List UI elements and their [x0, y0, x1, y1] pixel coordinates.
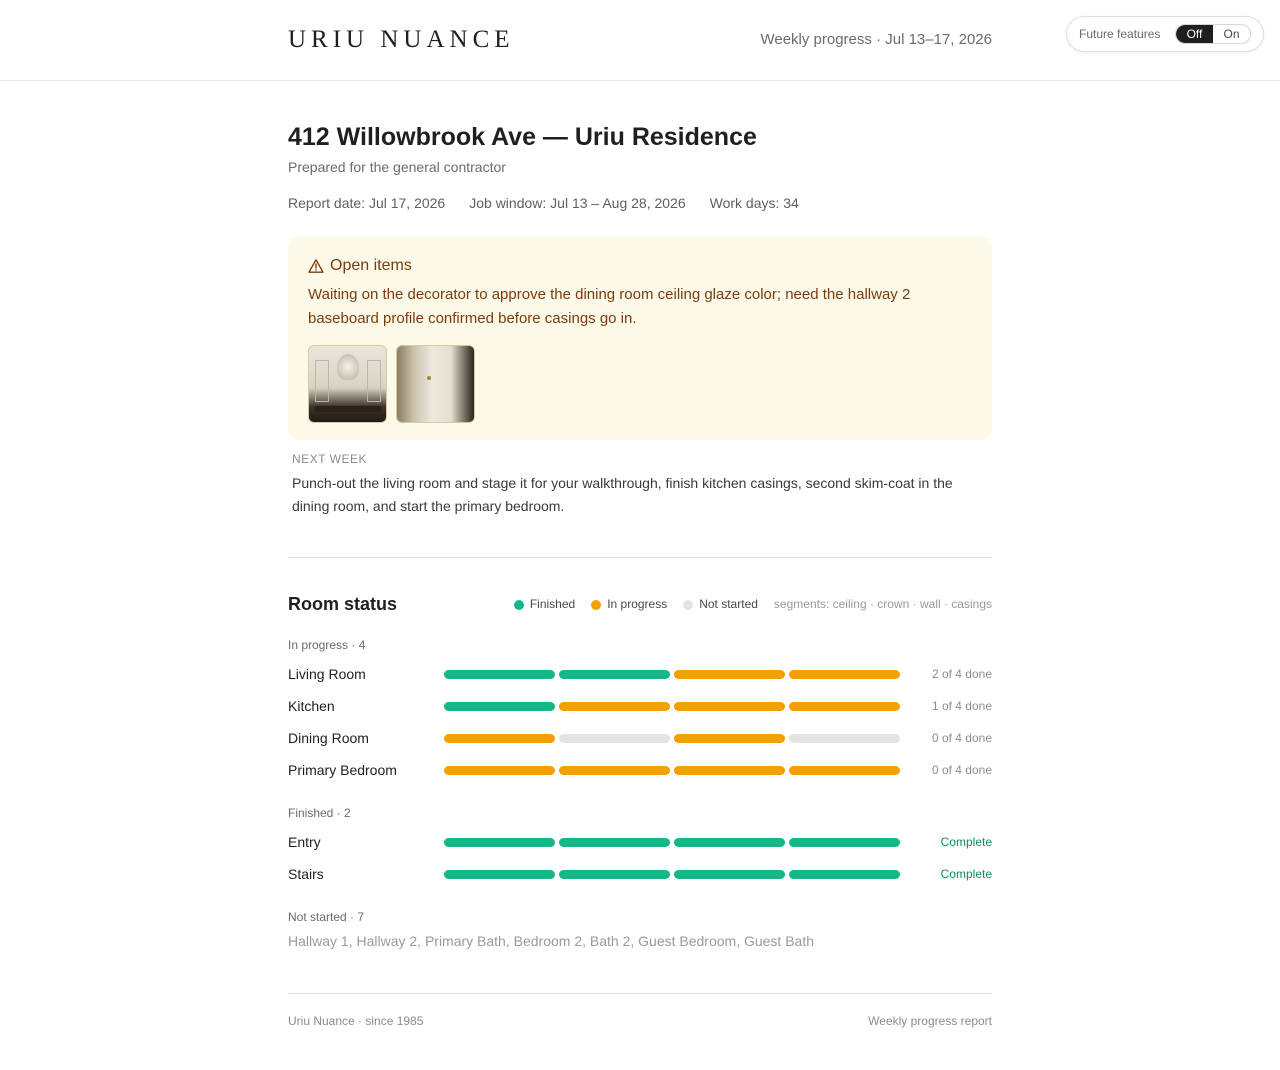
- future-features-label: Future features: [1079, 27, 1161, 41]
- room-status-text: Complete: [940, 867, 992, 881]
- segment-bar: [444, 670, 900, 679]
- report-date: Report date: Jul 17, 2026: [288, 195, 446, 211]
- segment-in-progress: [444, 734, 555, 743]
- job-window: Job window: Jul 13 – Aug 28, 2026: [469, 195, 686, 211]
- footer-brand: Uriu Nuance · since 1985: [288, 1014, 424, 1028]
- legend-in-progress-label: In progress: [607, 597, 668, 611]
- door-knob: [427, 376, 431, 380]
- not-started-room-list: Hallway 1, Hallway 2, Primary Bath, Bedr…: [288, 933, 815, 949]
- not-started-dot-icon: [683, 599, 694, 610]
- room-row[interactable]: Living Room 2 of 4 done: [288, 664, 992, 684]
- room-row[interactable]: Primary Bedroom 0 of 4 done: [288, 760, 992, 780]
- warning-icon: [308, 259, 324, 273]
- chandelier: [337, 354, 359, 380]
- brand-logo: URIU NUANCE: [288, 26, 515, 53]
- dining-table: [315, 406, 381, 412]
- legend-finished: Finished: [513, 597, 576, 612]
- legend-in-progress: In progress: [591, 597, 667, 612]
- room-row[interactable]: Stairs Complete: [288, 864, 992, 884]
- segments-legend: segments: ceiling · crown · wall · casin…: [773, 597, 992, 611]
- segment-in-progress: [789, 702, 900, 711]
- room-name: Living Room: [288, 666, 366, 682]
- segment-finished: [789, 870, 900, 879]
- section-divider: [288, 557, 992, 558]
- future-features-on-option[interactable]: On: [1213, 25, 1250, 43]
- room-status-text: 1 of 4 done: [931, 699, 992, 713]
- segment-bar: [444, 870, 900, 879]
- open-items-panel: Open items Waiting on the decorator to a…: [288, 237, 992, 440]
- room-status-title: Room status: [288, 594, 398, 614]
- segment-finished: [559, 838, 670, 847]
- segment-in-progress: [444, 766, 555, 775]
- segment-finished: [444, 670, 555, 679]
- segment-in-progress: [789, 766, 900, 775]
- room-status-text: 0 of 4 done: [931, 731, 992, 745]
- dining-room-photo-thumbnail[interactable]: [308, 345, 387, 423]
- room-row[interactable]: Kitchen 1 of 4 done: [288, 696, 992, 716]
- future-features-switch[interactable]: Off On: [1175, 24, 1251, 44]
- segment-bar: [444, 702, 900, 711]
- page-title: 412 Willowbrook Ave — Uriu Residence: [288, 123, 757, 151]
- in-progress-dot-icon: [591, 599, 602, 610]
- open-items-header: Open items: [308, 256, 412, 276]
- segment-finished: [444, 702, 555, 711]
- legend-not-started: Not started: [683, 597, 758, 612]
- segment-in-progress: [789, 670, 900, 679]
- room-status-text: Complete: [940, 835, 992, 849]
- segment-in-progress: [674, 734, 785, 743]
- segment-bar: [444, 734, 900, 743]
- legend-finished-label: Finished: [529, 597, 576, 611]
- in-progress-group-label: In progress · 4: [288, 638, 366, 652]
- week-range: Weekly progress · Jul 13–17, 2026: [760, 31, 992, 48]
- segment-finished: [789, 838, 900, 847]
- next-week-text: Punch-out the living room and stage it f…: [292, 475, 953, 514]
- segment-in-progress: [674, 670, 785, 679]
- room-name: Dining Room: [288, 730, 369, 746]
- segment-not-started: [559, 734, 670, 743]
- finished-dot-icon: [513, 599, 524, 610]
- segment-finished: [444, 838, 555, 847]
- hallway-door-photo-thumbnail[interactable]: [396, 345, 475, 423]
- segment-finished: [674, 838, 785, 847]
- next-week-label: NEXT WEEK: [292, 452, 367, 466]
- report-meta: Report date: Jul 17, 2026 Job window: Ju…: [288, 194, 799, 212]
- wall-panel-left: [315, 360, 329, 402]
- room-name: Primary Bedroom: [288, 762, 397, 778]
- room-name: Entry: [288, 834, 321, 850]
- segment-finished: [674, 870, 785, 879]
- finished-group-label: Finished · 2: [288, 806, 351, 820]
- work-days: Work days: 34: [709, 195, 799, 211]
- future-features-toggle: Future features Off On: [1066, 16, 1264, 52]
- room-name: Stairs: [288, 866, 324, 882]
- open-items-text: Waiting on the decorator to approve the …: [308, 286, 911, 327]
- segment-in-progress: [559, 702, 670, 711]
- segment-finished: [559, 670, 670, 679]
- segment-bar: [444, 838, 900, 847]
- page-subtitle: Prepared for the general contractor: [288, 159, 506, 175]
- room-name: Kitchen: [288, 698, 335, 714]
- segment-finished: [559, 870, 670, 879]
- segment-bar: [444, 766, 900, 775]
- footer-divider: [288, 993, 992, 994]
- legend-not-started-label: Not started: [699, 597, 758, 611]
- room-row[interactable]: Entry Complete: [288, 832, 992, 852]
- room-status-text: 2 of 4 done: [931, 667, 992, 681]
- segment-in-progress: [559, 766, 670, 775]
- segment-in-progress: [674, 766, 785, 775]
- room-status-legend: Finished In progress Not started segment…: [498, 597, 992, 612]
- not-started-group-label: Not started · 7: [288, 910, 365, 924]
- segment-finished: [444, 870, 555, 879]
- room-status-text: 0 of 4 done: [931, 763, 992, 777]
- open-items-title: Open items: [330, 257, 412, 274]
- segment-in-progress: [674, 702, 785, 711]
- segment-not-started: [789, 734, 900, 743]
- footer-report-name: Weekly progress report: [868, 1014, 992, 1028]
- room-row[interactable]: Dining Room 0 of 4 done: [288, 728, 992, 748]
- wall-panel-right: [367, 360, 381, 402]
- future-features-off-option[interactable]: Off: [1176, 25, 1213, 43]
